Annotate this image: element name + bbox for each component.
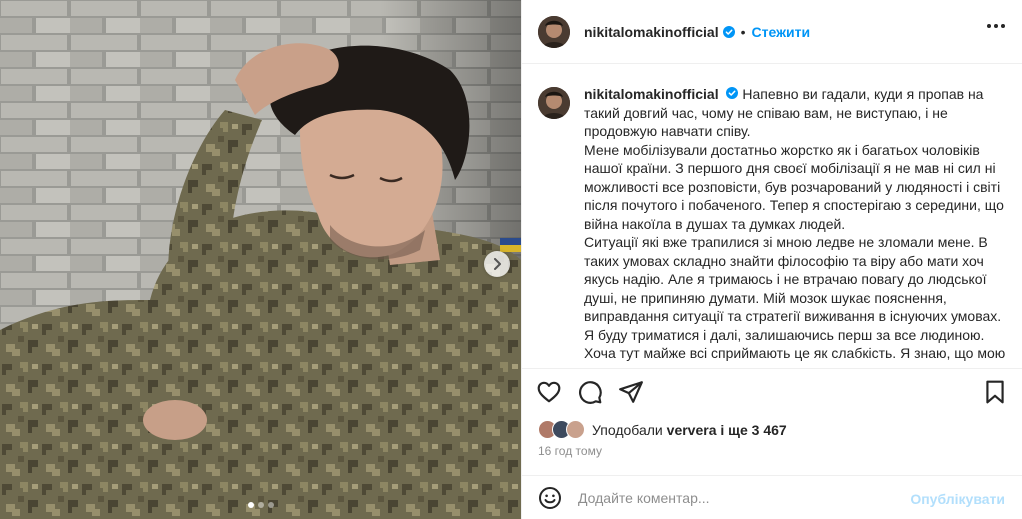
caption-text: nikitalomakinofficial Напевно ви гадали,… xyxy=(584,85,1007,363)
post-media[interactable] xyxy=(0,0,521,519)
likes-user[interactable]: ververa xyxy=(667,422,717,438)
likes-summary[interactable]: Уподобали ververa і ще 3 467 xyxy=(538,420,787,439)
heart-icon[interactable] xyxy=(536,379,562,405)
liker-avatars xyxy=(538,420,585,439)
post-header: nikitalomakinofficial • Стежити xyxy=(522,0,1022,64)
comment-input[interactable] xyxy=(578,489,898,506)
likes-prefix: Уподобали xyxy=(592,421,663,438)
caption-username[interactable]: nikitalomakinofficial xyxy=(584,86,719,102)
post-side-panel: nikitalomakinofficial • Стежити nikitalo… xyxy=(521,0,1022,519)
post-timestamp[interactable]: 16 год тому xyxy=(538,444,602,458)
likes-count[interactable]: і ще 3 467 xyxy=(720,422,786,438)
bookmark-icon[interactable] xyxy=(982,379,1008,405)
header-username[interactable]: nikitalomakinofficial xyxy=(584,24,719,40)
carousel-next-button[interactable] xyxy=(484,251,510,277)
likes-text: Уподобали ververa і ще 3 467 xyxy=(592,422,787,438)
follow-button[interactable]: Стежити xyxy=(752,24,811,40)
caption-paragraph: Ситуації які вже трапилися зі мною ледве… xyxy=(584,234,1006,361)
avatar[interactable] xyxy=(538,15,570,48)
comment-bar: Опублікувати xyxy=(522,475,1022,519)
carousel-dot xyxy=(267,502,274,508)
share-icon[interactable] xyxy=(618,379,644,405)
carousel-dot xyxy=(247,502,254,508)
header-separator: • xyxy=(740,23,746,40)
publish-button[interactable]: Опублікувати xyxy=(910,491,1005,507)
comment-icon[interactable] xyxy=(577,379,603,405)
caption-area: nikitalomakinofficial Напевно ви гадали,… xyxy=(522,65,1022,368)
carousel-dot xyxy=(257,502,264,508)
verified-icon xyxy=(722,25,735,38)
more-options-icon[interactable] xyxy=(987,24,1005,28)
carousel-indicator xyxy=(0,502,521,508)
emoji-icon[interactable] xyxy=(538,486,562,510)
action-bar xyxy=(522,368,1022,414)
verified-icon xyxy=(726,87,739,99)
avatar xyxy=(566,420,585,439)
chevron-right-icon xyxy=(494,258,501,270)
caption-paragraph: Мене мобілізували достатньо жорстко як і… xyxy=(584,141,1004,232)
post-photo xyxy=(0,0,521,519)
avatar[interactable] xyxy=(538,87,570,119)
